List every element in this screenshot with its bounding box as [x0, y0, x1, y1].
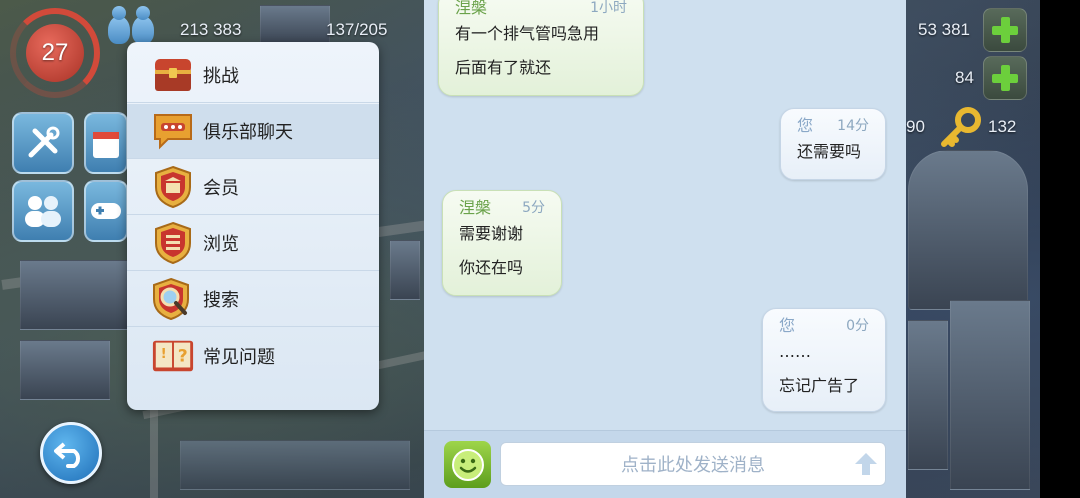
sender-name: 涅槃 — [455, 0, 488, 17]
message-line: 需要谢谢 — [459, 224, 524, 243]
svg-text:?: ? — [178, 346, 188, 366]
population-icon — [108, 6, 160, 46]
sender-name: 您 — [797, 116, 814, 135]
message-input[interactable]: 点击此处发送消息 — [500, 442, 886, 486]
message-line: …… — [779, 342, 811, 361]
chat-message: 涅槃 1小时 有一个排气管吗急用 后面有了就还 — [438, 0, 644, 96]
menu-item-label: 挑战 — [203, 66, 239, 87]
tools-button[interactable] — [12, 112, 74, 174]
simcash-value: 84 — [955, 68, 974, 87]
level-badge: 27 — [26, 24, 84, 82]
gamepad-icon — [91, 203, 121, 219]
faq-book-icon: ? ! — [151, 334, 195, 378]
building-shield-icon — [151, 165, 195, 209]
treasure-chest-icon — [151, 53, 195, 97]
message-line: 还需要吗 — [797, 142, 862, 161]
keys-value: 132 — [988, 117, 1017, 136]
chat-panel: 涅槃 1小时 有一个排气管吗急用 后面有了就还 您 14分 还需要吗 涅槃 5分 需要… — [424, 0, 906, 498]
back-button[interactable] — [40, 422, 102, 484]
tools-icon — [28, 126, 60, 158]
menu-item-label: 会员 — [203, 178, 239, 199]
emoji-button[interactable] — [444, 441, 491, 488]
menu-item-members[interactable]: 会员 — [127, 160, 379, 215]
message-input-placeholder: 点击此处发送消息 — [621, 455, 765, 476]
friends-icon — [25, 196, 61, 227]
send-arrow-icon[interactable] — [853, 451, 879, 477]
menu-item-faq[interactable]: ? ! 常见问题 — [127, 328, 379, 383]
chat-message: 您 14分 还需要吗 — [780, 108, 886, 180]
chat-message: 您 0分 …… 忘记广告了 — [762, 308, 886, 412]
message-line: 忘记广告了 — [779, 376, 860, 395]
menu-item-label: 浏览 — [203, 234, 239, 255]
sender-name: 您 — [779, 316, 796, 335]
chat-bubble-icon — [151, 109, 195, 153]
chat-message: 涅槃 5分 需要谢谢 你还在吗 — [442, 190, 562, 296]
sender-name: 涅槃 — [459, 198, 492, 217]
population-value: 213 383 — [180, 20, 242, 39]
message-time: 0分 — [846, 318, 869, 334]
club-menu: 挑战 俱乐部聊天 会员 浏览 搜索 ? ! 常见问题 — [127, 42, 379, 410]
menu-item-search[interactable]: 搜索 — [127, 272, 379, 327]
calendar-button[interactable] — [84, 112, 128, 174]
menu-item-label: 常见问题 — [203, 346, 275, 368]
menu-item-label: 搜索 — [203, 290, 239, 311]
add-simoleons-button[interactable] — [983, 8, 1027, 52]
chat-input-bar: 点击此处发送消息 — [424, 430, 906, 498]
message-time: 5分 — [522, 200, 545, 216]
list-shield-icon — [151, 221, 195, 265]
level-ring[interactable]: 27 — [10, 8, 100, 98]
partial-value: 90 — [906, 117, 925, 136]
magnifier-shield-icon — [151, 277, 195, 321]
menu-item-challenge[interactable]: 挑战 — [127, 48, 379, 103]
message-line: 有一个排气管吗急用 — [455, 24, 600, 43]
svg-text:!: ! — [161, 346, 167, 361]
message-time: 1小时 — [590, 0, 627, 16]
menu-item-club-chat[interactable]: 俱乐部聊天 — [127, 104, 379, 159]
capacity-value: 137/205 — [326, 20, 388, 39]
smiley-icon — [451, 448, 484, 481]
add-simcash-button[interactable] — [983, 56, 1027, 100]
gamepad-button[interactable] — [84, 180, 128, 242]
simoleons-value: 53 381 — [918, 20, 970, 39]
message-line: 你还在吗 — [459, 258, 524, 277]
key-icon — [941, 107, 981, 147]
back-arrow-icon — [54, 442, 81, 468]
message-time: 14分 — [837, 118, 869, 134]
screen-edge-bar — [1040, 0, 1080, 498]
calendar-icon — [93, 132, 119, 158]
message-line: 后面有了就还 — [455, 58, 552, 77]
menu-item-label: 俱乐部聊天 — [203, 122, 293, 143]
menu-item-browse[interactable]: 浏览 — [127, 216, 379, 271]
friends-button[interactable] — [12, 180, 74, 242]
